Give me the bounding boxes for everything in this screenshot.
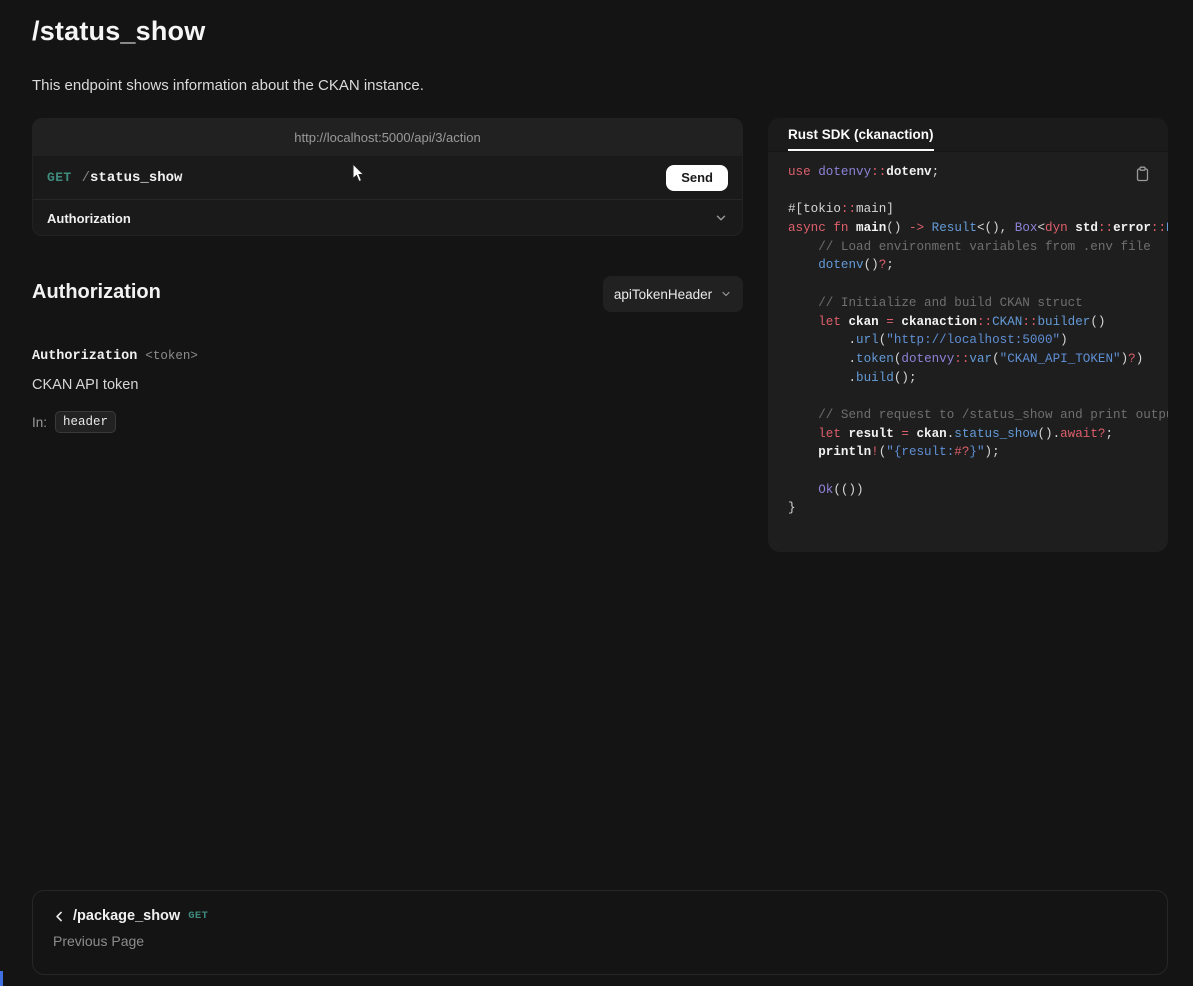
code-line: println!("{result:#?}"); — [788, 445, 1168, 464]
code-line: // Load environment variables from .env … — [788, 240, 1168, 259]
endpoint-path: /status_show — [82, 170, 183, 186]
page-description: This endpoint shows information about th… — [32, 77, 424, 94]
base-url: http://localhost:5000/api/3/action — [294, 130, 480, 145]
authorization-section-heading: Authorization — [32, 281, 161, 304]
sdk-panel-header: Rust SDK (ckanaction) — [768, 118, 1168, 152]
auth-parameter-type: <token> — [145, 349, 198, 363]
tab-rust-sdk[interactable]: Rust SDK (ckanaction) — [788, 119, 934, 151]
code-line — [788, 184, 1168, 203]
code-block: use dotenvy::dotenv;#[tokio::main]async … — [768, 152, 1168, 520]
sdk-sample-panel: Rust SDK (ckanaction) use dotenvy::doten… — [768, 118, 1168, 552]
chevron-down-icon — [714, 211, 728, 225]
edge-scroll-fragment — [0, 971, 3, 986]
code-line: Ok(()) — [788, 483, 1168, 502]
previous-page-path: /package_show — [73, 908, 180, 924]
endpoint-path-slash: / — [82, 170, 90, 186]
base-url-bar[interactable]: http://localhost:5000/api/3/action — [33, 119, 742, 156]
auth-scheme-selected-value: apiTokenHeader — [614, 287, 712, 302]
code-line: #[tokio::main] — [788, 202, 1168, 221]
code-line: .token(dotenvy::var("CKAN_API_TOKEN")?) — [788, 352, 1168, 371]
code-line — [788, 464, 1168, 483]
code-line: let ckan = ckanaction::CKAN::builder() — [788, 315, 1168, 334]
code-line: let result = ckan.status_show().await?; — [788, 427, 1168, 446]
auth-scheme-select[interactable]: apiTokenHeader — [603, 276, 743, 312]
code-line: async fn main() -> Result<(), Box<dyn st… — [788, 221, 1168, 240]
previous-page-card[interactable]: /package_show GET Previous Page — [32, 890, 1168, 975]
endpoint-path-name: status_show — [90, 170, 182, 186]
previous-page-method: GET — [188, 910, 208, 922]
previous-page-row: /package_show GET — [53, 908, 1147, 924]
code-line: dotenv()?; — [788, 258, 1168, 277]
request-card: http://localhost:5000/api/3/action GET /… — [32, 118, 743, 236]
code-line — [788, 277, 1168, 296]
clipboard-icon — [1135, 166, 1150, 185]
auth-parameter-row: Authorization <token> — [32, 346, 198, 364]
previous-page-label: Previous Page — [53, 933, 1147, 949]
code-line: } — [788, 501, 1168, 520]
code-line: .build(); — [788, 371, 1168, 390]
code-line: .url("http://localhost:5000") — [788, 333, 1168, 352]
code-line — [788, 389, 1168, 408]
send-button[interactable]: Send — [666, 165, 728, 191]
http-method-badge: GET — [47, 170, 72, 185]
code-line: use dotenvy::dotenv; — [788, 165, 1168, 184]
auth-in-value-badge: header — [55, 411, 116, 433]
code-line: // Initialize and build CKAN struct — [788, 296, 1168, 315]
authorization-collapsible-row[interactable]: Authorization — [33, 199, 742, 236]
chevron-down-icon — [720, 288, 732, 300]
page-title: /status_show — [32, 16, 205, 47]
auth-in-row: In: header — [32, 411, 116, 433]
auth-in-label: In: — [32, 415, 47, 430]
request-row: GET /status_show Send — [33, 156, 742, 199]
auth-parameter-description: CKAN API token — [32, 377, 138, 393]
chevron-left-icon — [53, 910, 66, 923]
copy-to-clipboard-button[interactable] — [1135, 166, 1150, 185]
authorization-row-label: Authorization — [47, 211, 131, 226]
code-line: // Send request to /status_show and prin… — [788, 408, 1168, 427]
auth-parameter-name: Authorization — [32, 349, 137, 364]
